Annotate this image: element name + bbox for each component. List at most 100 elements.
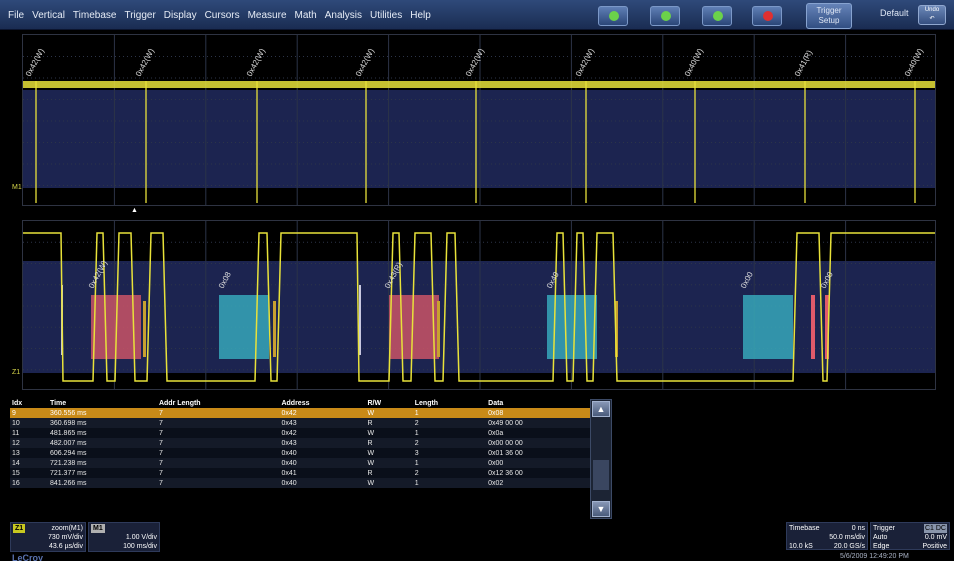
m1-tdiv: 100 ms/div xyxy=(123,543,157,550)
table-row[interactable]: 13 606.294 ms 7 0x40 W 3 0x01 36 00 xyxy=(10,448,590,458)
scroll-down-button[interactable]: ▼ xyxy=(592,501,610,517)
trigger-slope: Positive xyxy=(922,543,947,550)
overview-decode-label: 0x42(W) xyxy=(24,47,46,78)
column-header[interactable]: Address xyxy=(279,398,365,408)
table-cell: 0x00 00 00 xyxy=(488,439,523,447)
stop-button[interactable] xyxy=(752,6,782,26)
m1-trace-marker: M1 xyxy=(12,184,22,191)
undo-button[interactable]: Undo ↶ xyxy=(918,5,946,25)
scroll-up-button[interactable]: ▲ xyxy=(592,401,610,417)
table-cell: 12 xyxy=(12,439,20,447)
menu-item-vertical[interactable]: Vertical xyxy=(28,10,69,21)
decode-field-box xyxy=(219,295,269,359)
m1-channel-descriptor[interactable]: M1 1.00 V/div 100 ms/div xyxy=(88,522,160,552)
table-row[interactable]: 12 482.007 ms 7 0x43 R 2 0x00 00 00 xyxy=(10,438,590,448)
decode-field-box xyxy=(811,295,815,359)
table-cell: 14 xyxy=(12,459,20,467)
table-cell: 1 xyxy=(414,479,419,487)
menu-item-display[interactable]: Display xyxy=(160,10,201,21)
timebase-rate: 20.0 GS/s xyxy=(833,543,865,550)
menu-item-analysis[interactable]: Analysis xyxy=(321,10,366,21)
zoom-trace-plot: 0x42(W) 0x08 0x43(R) 0x49 0x00 0x00 xyxy=(23,221,935,389)
normal-button[interactable] xyxy=(702,6,732,26)
table-cell: 606.294 ms xyxy=(49,449,87,457)
scroll-thumb[interactable] xyxy=(593,460,609,490)
table-cell: W xyxy=(367,409,375,417)
overview-trace-band xyxy=(23,81,935,88)
table-cell: 1 xyxy=(414,409,419,417)
table-cell: 2 xyxy=(414,419,419,427)
trigger-type: Edge xyxy=(873,543,890,550)
table-cell: 481.865 ms xyxy=(49,429,87,437)
table-cell: W xyxy=(367,479,375,487)
table-cell: 2 xyxy=(414,439,419,447)
table-cell: 0x43 xyxy=(281,419,297,427)
overview-decode-label: 0x40(W) xyxy=(683,47,705,78)
undo-label: Undo xyxy=(924,7,940,13)
table-scrollbar[interactable]: ▲ ▼ xyxy=(590,399,612,519)
i2c-decode-table[interactable]: Idx Time Addr Length Address R/W Length Data 9… xyxy=(10,398,590,488)
table-header-row: Idx Time Addr Length Address R/W Length Data xyxy=(10,398,590,408)
overview-trace-grid[interactable]: 0x42(W) 0x42(W) 0x42(W) 0x42(W) 0x42(W) 0x42(… xyxy=(22,34,936,206)
table-row[interactable]: 15 721.377 ms 7 0x41 R 2 0x12 36 00 xyxy=(10,468,590,478)
table-cell: 0x02 xyxy=(488,479,504,487)
table-cell: 0x12 36 00 xyxy=(488,469,523,477)
menu-item-cursors[interactable]: Cursors xyxy=(201,10,244,21)
start-marker xyxy=(359,285,361,355)
table-cell: 3 xyxy=(414,449,419,457)
timebase-title: Timebase xyxy=(789,525,820,532)
table-cell: W xyxy=(367,459,375,467)
menu-item-timebase[interactable]: Timebase xyxy=(69,10,121,21)
table-row[interactable]: 9 360.556 ms 7 0x42 W 1 0x08 xyxy=(10,408,590,418)
timebase-descriptor[interactable]: Timebase 0 ns 50.0 ms/div 10.0 kS 20.0 G… xyxy=(786,522,868,550)
table-row[interactable]: 10 360.698 ms 7 0x43 R 2 0x49 00 00 xyxy=(10,418,590,428)
menu-item-trigger[interactable]: Trigger xyxy=(120,10,159,21)
single-icon xyxy=(661,11,671,21)
column-header[interactable]: Length xyxy=(413,398,486,408)
overview-decode-label: 0x41(R) xyxy=(793,48,814,78)
table-row[interactable]: 11 481.865 ms 7 0x42 W 1 0x0a xyxy=(10,428,590,438)
date-time: 5/6/2009 12:49:20 PM xyxy=(840,553,909,560)
trigger-setup-button[interactable]: Trigger Setup xyxy=(806,3,852,29)
zoom-trace-grid[interactable]: 0x42(W) 0x08 0x43(R) 0x49 0x00 0x00 xyxy=(22,220,936,390)
menu-item-utilities[interactable]: Utilities xyxy=(366,10,406,21)
main-menu: File Vertical Timebase Trigger Display Cursor… xyxy=(4,0,435,30)
menu-item-help[interactable]: Help xyxy=(406,10,435,21)
column-header[interactable]: R/W xyxy=(365,398,412,408)
decode-field-box xyxy=(389,295,439,359)
timebase-delay: 0 ns xyxy=(851,525,865,532)
table-cell: 0x40 xyxy=(281,459,297,467)
table-row[interactable]: 14 721.238 ms 7 0x40 W 1 0x00 xyxy=(10,458,590,468)
ack-marker xyxy=(143,301,146,357)
column-header[interactable]: Addr Length xyxy=(157,398,280,408)
table-row[interactable]: 16 841.266 ms 7 0x40 W 1 0x02 xyxy=(10,478,590,488)
menu-item-file[interactable]: File xyxy=(4,10,28,21)
default-button[interactable]: Default xyxy=(880,8,909,18)
table-cell: R xyxy=(367,419,373,427)
table-cell: 482.007 ms xyxy=(49,439,87,447)
table-cell: 10 xyxy=(12,419,20,427)
menu-item-math[interactable]: Math xyxy=(291,10,321,21)
table-cell: 16 xyxy=(12,479,20,487)
table-cell: 1 xyxy=(414,429,419,437)
table-cell: 7 xyxy=(158,429,163,437)
table-cell: R xyxy=(367,439,373,447)
timebase-samples: 10.0 kS xyxy=(789,543,813,550)
zoom-position-marker[interactable]: ▲ xyxy=(131,207,138,214)
column-header[interactable]: Idx xyxy=(10,398,48,408)
column-header[interactable]: Time xyxy=(48,398,157,408)
z1-tag: Z1 xyxy=(13,524,26,533)
trigger-descriptor[interactable]: Trigger C1 DC Auto 0.0 mV Edge Positive xyxy=(870,522,950,550)
auto-setup-button[interactable] xyxy=(598,6,628,26)
menu-item-measure[interactable]: Measure xyxy=(244,10,291,21)
overview-decode-label: 0x42(W) xyxy=(354,47,376,78)
single-button[interactable] xyxy=(650,6,680,26)
z1-channel-descriptor[interactable]: Z1 zoom(M1) 730 mV/div 43.6 µs/div xyxy=(10,522,86,552)
table-cell: 0x49 00 00 xyxy=(488,419,523,427)
overview-decode-label: 0x42(W) xyxy=(134,47,156,78)
trigger-setup-line1: Trigger xyxy=(816,6,842,15)
table-cell: 360.556 ms xyxy=(49,409,87,417)
trigger-level: 0.0 mV xyxy=(924,534,947,541)
column-header[interactable]: Data xyxy=(486,398,590,408)
trigger-mode: Auto xyxy=(873,534,888,541)
